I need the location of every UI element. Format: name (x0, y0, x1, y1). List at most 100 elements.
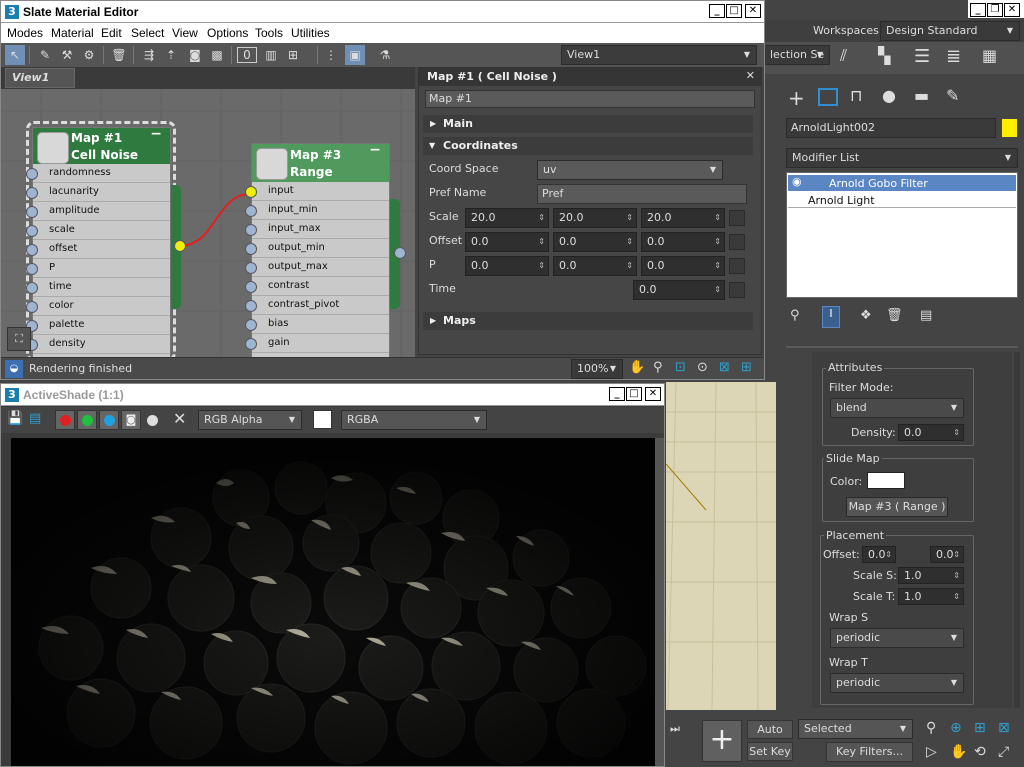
show-end-result-icon[interactable]: Ι (822, 306, 840, 328)
workspace-dropdown[interactable]: Design Standard ▼ (880, 21, 1020, 41)
node-slot[interactable]: palette (26, 316, 170, 335)
close-icon[interactable]: ✕ (746, 69, 755, 82)
scale-y-spinner[interactable]: 20.0 ⇕ (553, 208, 637, 228)
layout-all-icon[interactable]: ⊞ (283, 45, 303, 65)
move-children-icon[interactable]: ⇶ (139, 45, 159, 65)
node-slot[interactable]: output_max (245, 258, 389, 277)
p-y-spinner[interactable]: 0.0 ⇕ (553, 256, 637, 276)
menu-select[interactable]: Select (131, 26, 164, 40)
view-dropdown[interactable]: View1 ▼ (561, 45, 757, 65)
motion-tab-icon[interactable]: ● (882, 86, 896, 105)
alpha-channel-button[interactable]: ◙ (121, 410, 141, 430)
input-socket[interactable] (245, 186, 257, 198)
auto-key-button[interactable]: Auto Key (747, 720, 793, 753)
node-slot[interactable]: bias (245, 315, 389, 334)
restore-icon[interactable]: ❐ (987, 3, 1003, 17)
pixel-format-dropdown[interactable]: RGBA ▼ (341, 410, 487, 430)
zoom-icon[interactable]: ⚲ (926, 720, 936, 736)
cell-noise-node-header[interactable]: Map #1 Cell Noise − (33, 126, 170, 164)
node-slot[interactable]: contrast (245, 277, 389, 296)
menu-material[interactable]: Material (51, 26, 94, 40)
node-slot[interactable]: input_min (245, 201, 389, 220)
layout-children-icon[interactable]: ⋮ (321, 45, 341, 65)
close-icon[interactable]: ✕ (1004, 3, 1020, 17)
time-config-icon[interactable]: ⏭ (670, 722, 680, 736)
stack-item-arnold-light[interactable]: Arnold Light (788, 192, 1016, 208)
input-socket[interactable] (245, 338, 257, 350)
align-icon[interactable]: ▚ (878, 46, 900, 68)
add-key-button[interactable]: + (702, 720, 742, 762)
collapse-icon[interactable]: − (369, 142, 381, 158)
navigator-icon[interactable]: ⛶ (7, 327, 31, 351)
save-image-icon[interactable]: 💾 (7, 411, 23, 426)
render-frame[interactable] (11, 438, 655, 766)
node-slot[interactable]: output_min (245, 239, 389, 258)
green-channel-button[interactable] (77, 410, 97, 430)
pan-to-selected-icon[interactable]: ⊞ (741, 360, 752, 375)
scale-s-spinner[interactable]: 1.0 ⇕ (898, 567, 964, 584)
view1-tab[interactable]: View1 (5, 68, 75, 88)
p-x-spinner[interactable]: 0.0 ⇕ (465, 256, 549, 276)
scale-x-spinner[interactable]: 20.0 ⇕ (465, 208, 549, 228)
node-slot[interactable]: input_max (245, 220, 389, 239)
main-rollout[interactable]: ▶ Main (423, 115, 753, 133)
input-socket[interactable] (245, 243, 257, 255)
copy-image-icon[interactable]: ▤ (29, 411, 41, 426)
offset-z-spinner[interactable]: 0.0 ⇕ (641, 232, 725, 252)
node-slot[interactable]: offset (26, 240, 170, 259)
key-mode-dropdown[interactable]: Selected ▼ (798, 719, 913, 739)
blue-channel-button[interactable] (99, 410, 119, 430)
orbit-icon[interactable]: ⟲ (974, 744, 986, 760)
rollout-scrollbar[interactable] (1014, 352, 1020, 708)
put-to-library-icon[interactable]: ⚙ (79, 45, 99, 65)
hierarchy-tab-icon[interactable]: ⊓ (850, 86, 862, 105)
pin-stack-icon[interactable]: ⚲ (790, 308, 800, 323)
range-node[interactable]: Map #3 Range − input input_min input_max ou… (245, 142, 390, 357)
stack-item-arnold-gobo-filter[interactable]: ◉ Arnold Gobo Filter (788, 175, 1016, 191)
clear-icon[interactable]: ✕ (173, 409, 186, 428)
hide-unused-icon[interactable]: ⇡ (161, 45, 181, 65)
time-spinner[interactable]: 0.0 ⇕ (633, 280, 725, 300)
input-socket[interactable] (26, 263, 38, 275)
video-color-icon[interactable]: ▥ (261, 45, 281, 65)
background-color-swatch[interactable] (313, 410, 332, 429)
delete-icon[interactable]: 🗑 (109, 45, 129, 65)
restore-icon[interactable]: □ (726, 4, 742, 18)
layer-icon[interactable]: ≣ (946, 46, 968, 68)
node-view-canvas[interactable]: Map #1 Cell Noise − randomness lacunarity… (1, 89, 415, 357)
show-shaded-icon[interactable]: ◙ (185, 45, 205, 65)
zoom-extents-all-icon[interactable]: ⊠ (998, 720, 1010, 736)
menu-edit[interactable]: Edit (101, 26, 122, 40)
node-slot[interactable]: density (26, 335, 170, 354)
close-icon[interactable]: ✕ (745, 4, 761, 18)
wrap-s-dropdown[interactable]: periodic ▼ (830, 628, 964, 648)
pref-name-field[interactable]: Pref (537, 184, 747, 204)
menu-view[interactable]: View (172, 26, 198, 40)
node-slot[interactable]: time (26, 278, 170, 297)
slide-map-button[interactable]: Map #3 ( Range ) (846, 497, 948, 517)
pick-material-icon[interactable]: ✎ (35, 45, 55, 65)
object-color-swatch[interactable] (1002, 119, 1017, 137)
zoom-dropdown[interactable]: 100% ▼ (571, 359, 623, 379)
map-name-field[interactable]: Map #1 (425, 90, 755, 108)
input-socket[interactable] (26, 301, 38, 313)
input-socket[interactable] (26, 225, 38, 237)
node-slot[interactable]: input (245, 182, 389, 201)
offset-x-spinner[interactable]: 0.0 ⇕ (465, 232, 549, 252)
scale-z-spinner[interactable]: 20.0 ⇕ (641, 208, 725, 228)
viewport-perspective[interactable] (666, 382, 776, 710)
node-slot[interactable]: P (26, 259, 170, 278)
maximize-viewport-icon[interactable]: ⤢ (998, 744, 1009, 760)
node-slot[interactable]: lacunarity (26, 183, 170, 202)
p-map-button[interactable] (729, 258, 745, 274)
set-key-button[interactable]: Set Key (747, 742, 793, 761)
input-socket[interactable] (245, 262, 257, 274)
node-slot[interactable]: randomness (26, 164, 170, 183)
node-slot[interactable]: contrast_pivot (245, 296, 389, 315)
mono-channel-icon[interactable] (147, 415, 158, 426)
scale-map-button[interactable] (729, 210, 745, 226)
range-node-header[interactable]: Map #3 Range − (252, 142, 389, 182)
activeshade-scrollbar[interactable] (655, 438, 664, 766)
configure-sets-icon[interactable]: ▤ (920, 308, 932, 323)
density-spinner[interactable]: 0.0 ⇕ (898, 424, 964, 441)
